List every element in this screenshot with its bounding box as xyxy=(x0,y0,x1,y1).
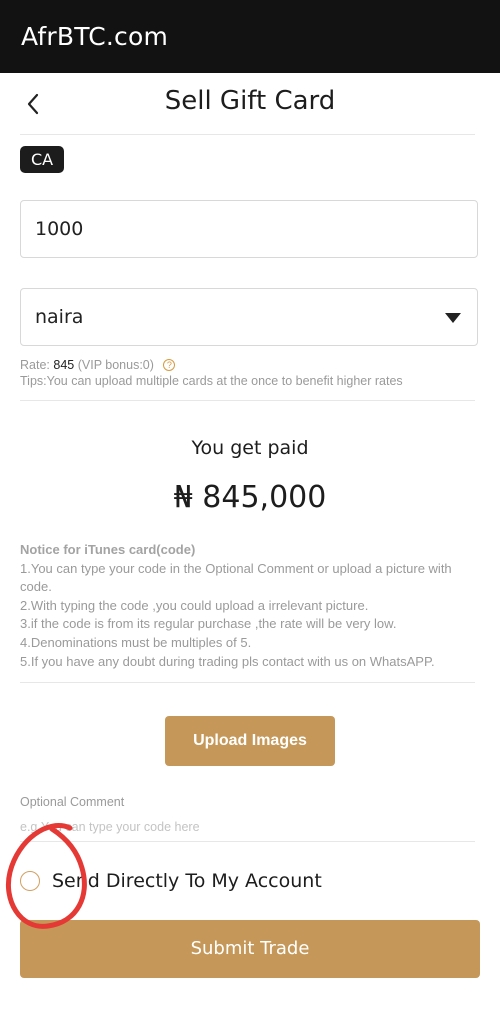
amount-field[interactable]: 1000 xyxy=(20,200,478,258)
payout-amount: ₦ 845,000 xyxy=(173,480,327,515)
notice-line: 2.With typing the code ,you could upload… xyxy=(20,597,369,613)
notice-line: 3.if the code is from its regular purcha… xyxy=(20,616,397,632)
notice-divider xyxy=(20,682,475,683)
notice-line: 4.Denominations must be multiples of 5. xyxy=(20,634,252,650)
rate-value: 845 xyxy=(53,358,75,372)
vip-bonus: (VIP bonus:0) xyxy=(77,358,154,372)
send-direct-radio[interactable] xyxy=(20,871,40,891)
send-direct-label[interactable]: Send Directly To My Account xyxy=(52,870,322,892)
country-badge[interactable]: CA xyxy=(20,146,64,173)
optional-comment-input[interactable] xyxy=(20,815,475,839)
rate-label: Rate: xyxy=(20,358,50,372)
notice-block: Notice for iTunes card(code) 1.You can t… xyxy=(20,541,480,671)
currency-select[interactable]: naira xyxy=(20,288,478,346)
comment-divider xyxy=(20,841,475,842)
amount-value: 1000 xyxy=(35,218,84,240)
site-title: AfrBTC.com xyxy=(21,22,169,51)
optional-comment-label: Optional Comment xyxy=(20,795,125,809)
question-circle-icon[interactable]: ? xyxy=(163,359,176,371)
submit-trade-button[interactable]: Submit Trade xyxy=(20,920,480,978)
page-title: Sell Gift Card xyxy=(164,86,336,116)
header-divider xyxy=(20,134,475,135)
payout-label: You get paid xyxy=(191,437,309,459)
rate-line: Rate: 845 (VIP bonus:0) ? xyxy=(20,358,176,372)
chevron-down-icon xyxy=(445,313,461,323)
notice-line: 1.You can type your code in the Optional… xyxy=(20,560,452,595)
currency-selected-value: naira xyxy=(35,306,84,328)
rate-divider xyxy=(20,400,475,401)
top-bar: AfrBTC.com xyxy=(0,0,500,73)
rate-tips: Tips:You can upload multiple cards at th… xyxy=(20,374,403,388)
notice-title: Notice for iTunes card(code) xyxy=(20,542,196,557)
upload-images-button[interactable]: Upload Images xyxy=(165,716,335,766)
notice-line: 5.If you have any doubt during trading p… xyxy=(20,653,435,669)
